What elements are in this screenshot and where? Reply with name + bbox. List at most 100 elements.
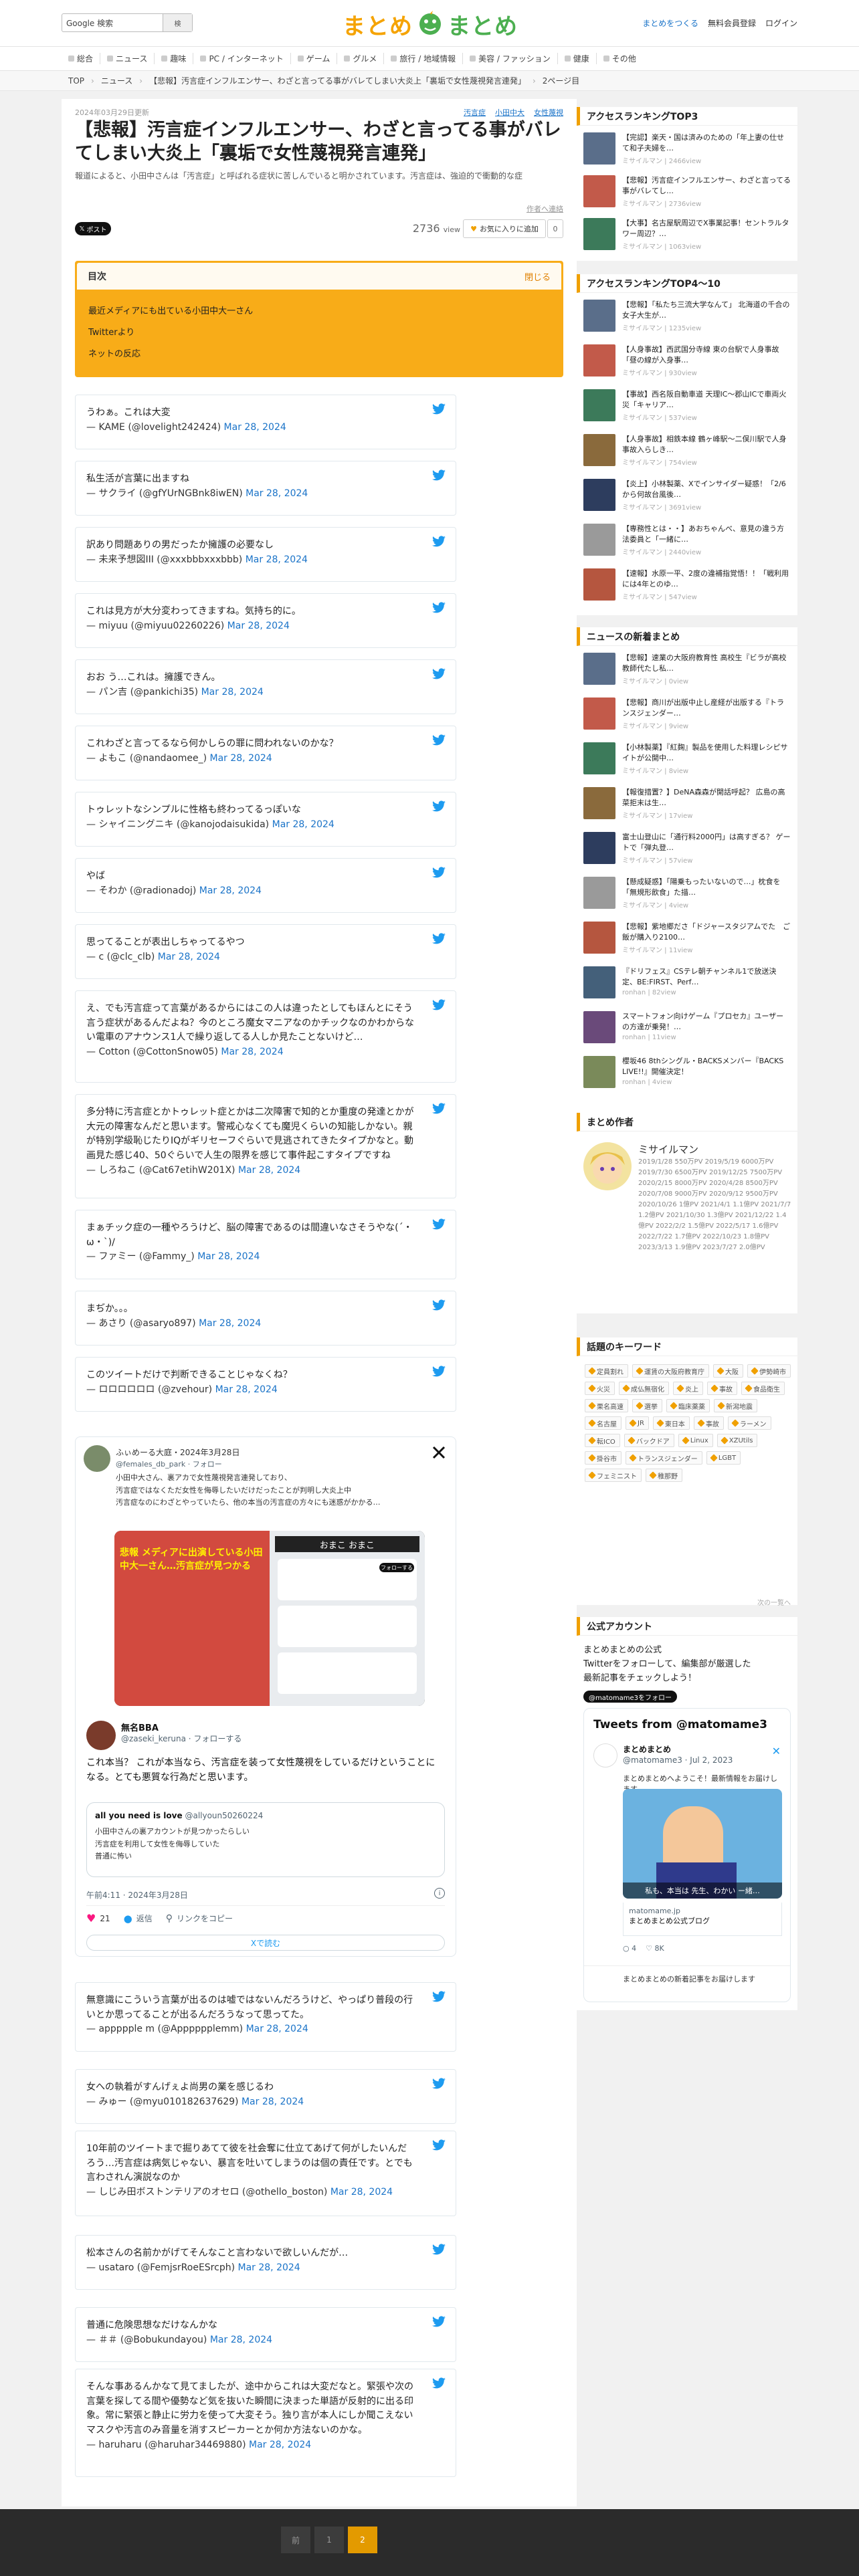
twitter-bird-icon[interactable] (432, 1103, 446, 1115)
ranking-item[interactable]: 富士山登山に「通行料2000円」は高すぎる？ ゲートで「弾丸登… ミサイルマン |… (583, 832, 791, 872)
ranking-item-title[interactable]: 【悲報】商川が出版中止し産経が出版する『トランスジェンダー… (622, 697, 791, 719)
article-thumbnail[interactable] (583, 218, 615, 250)
category-item[interactable]: グルメ (337, 53, 385, 64)
tweet-card[interactable]: 10年前のツイートまで掘りあてて彼を社会奪に仕立てあげて何がしたいんだろう…汚言… (75, 2131, 456, 2216)
tweet-date-link[interactable]: Mar 28, 2024 (221, 1047, 283, 1057)
ranking-item-title[interactable]: 【小林製薬】『紅麹』製品を使用した料理レシピサイトが公開中… (622, 742, 791, 764)
ranking-item-title[interactable]: 【悲報】「私たち三流大学なんて」 北海道の千合の女子大生が… (622, 300, 791, 321)
tweet-date-link[interactable]: Mar 28, 2024 (224, 422, 286, 433)
ranking-item[interactable]: 『ドリフェス』CSテレ朝チャンネル1で放送決定、BE:FIRST、Perf… ro… (583, 966, 791, 1006)
toc-item[interactable]: Twitterより (88, 322, 253, 344)
article-thumbnail[interactable] (583, 344, 615, 377)
keyword-tag[interactable]: Linux (678, 1434, 713, 1447)
category-item[interactable]: 美容 / ファッション (463, 53, 558, 64)
article-thumbnail[interactable] (583, 1011, 615, 1043)
tweet-author[interactable]: — みゅー (@myu010182637629) (86, 2097, 239, 2107)
ranking-item-title[interactable]: 【完認】楽天・国は済みのための「年上妻の仕せて和子夫婦を… (622, 132, 791, 154)
keyword-tag[interactable]: ラーメン (727, 1416, 771, 1430)
twitter-bird-icon[interactable] (432, 403, 446, 415)
tweet-author[interactable]: — KAME (@lovelight242424) (86, 422, 221, 433)
article-thumbnail[interactable] (583, 877, 615, 909)
x-logo-icon[interactable] (432, 1445, 446, 1460)
embed-image[interactable]: 悲報 メディアに出演している小田中大一さん…汚言症が見つかる おまこ おまこ フ… (114, 1531, 425, 1706)
keyword-tag[interactable]: JR (626, 1416, 649, 1430)
keyword-tag[interactable]: バックドア (624, 1434, 674, 1447)
quote-author-handle[interactable]: @zaseki_keruna · フォローする (121, 1733, 242, 1744)
keyword-tag[interactable]: 名古屋 (585, 1416, 622, 1430)
keyword-tag[interactable]: 臨床薬薬 (666, 1399, 710, 1412)
twitter-bird-icon[interactable] (432, 2316, 446, 2328)
article-thumbnail[interactable] (583, 524, 615, 556)
category-item[interactable]: ゲーム (291, 53, 338, 64)
ranking-item[interactable]: 【悲報】商川が出版中止し産経が出版する『トランスジェンダー… ミサイルマン | 9… (583, 697, 791, 738)
article-thumbnail[interactable] (583, 832, 615, 864)
ranking-item[interactable]: 【悲報】速業の大阪府教育性 高校生『ビラが高校教師代たし私… ミサイルマン | 0… (583, 653, 791, 693)
ranking-item-title[interactable]: スマートフォン向けゲーム『プロセカ』ユーザーの方達が乗発！… (622, 1011, 791, 1033)
twitter-bird-icon[interactable] (432, 2377, 446, 2389)
twitter-timeline[interactable]: Tweets from @matomame3 まとめまとめ @matomame3… (583, 1708, 791, 2002)
x-post-button[interactable]: 𝕏 ポスト (75, 222, 111, 235)
keyword-tag[interactable]: 火災 (585, 1382, 615, 1395)
ranking-item-title[interactable]: 【人身事故】相鉄本線 鶴ヶ峰駅〜二俣川駅で人身事故入らしき… (622, 434, 791, 455)
tweet-author[interactable]: — あさり (@asaryo897) (86, 1318, 196, 1329)
tweet-date-link[interactable]: Mar 28, 2024 (215, 1384, 278, 1395)
add-favorite-button[interactable]: ♥ お気に入りに追加 (463, 219, 546, 238)
tweet-date-link[interactable]: Mar 28, 2024 (246, 2024, 308, 2034)
tweet-author[interactable]: — サクライ (@gfYUrNGBnk8iwEN) (86, 488, 243, 499)
keyword-tag[interactable]: トランスジェンダー (626, 1451, 702, 1465)
tweet-date-link[interactable]: Mar 28, 2024 (330, 2187, 393, 2197)
article-thumbnail[interactable] (583, 697, 615, 730)
tweet-author[interactable]: — そわか (@radionadoj) (86, 885, 196, 896)
tweet-card[interactable]: 訳あり問題ありの男だったか擁護の必要なし — 未来予想図III (@xxxbbbx… (75, 527, 456, 582)
keyword-tag[interactable]: 運賃の大阪府教育庁 (632, 1364, 709, 1378)
tweet-card[interactable]: え、でも汚言症って言葉があるからにはこの人は違ったとしてもほんとにそう言う症状が… (75, 990, 456, 1083)
article-thumbnail[interactable] (583, 132, 615, 165)
category-item[interactable]: 健康 (558, 53, 597, 64)
article-thumbnail[interactable] (583, 434, 615, 466)
tweet-author[interactable]: — appppple m (@Apppppplemm) (86, 2024, 243, 2034)
category-item[interactable]: 趣味 (155, 53, 194, 64)
keyword-tag[interactable]: 栗名高速 (585, 1399, 628, 1412)
tweet-card[interactable]: これわざと言ってるなら何かしらの罪に問われないのかな？ — よもこ (@nanda… (75, 726, 456, 780)
tweet-date-link[interactable]: Mar 28, 2024 (272, 819, 335, 830)
twitter-bird-icon[interactable] (432, 2244, 446, 2256)
twitter-bird-icon[interactable] (432, 1366, 446, 1378)
ranking-item-title[interactable]: 『ドリフェス』CSテレ朝チャンネル1で放送決定、BE:FIRST、Perf… (622, 966, 791, 988)
keyword-tag[interactable]: 炎上 (673, 1382, 703, 1395)
keyword-tag[interactable]: 定員割れ (585, 1364, 628, 1378)
twitter-bird-icon[interactable] (432, 867, 446, 879)
tweet-card[interactable]: 女への執着がすんげぇよ尚男の業を感じるわ — みゅー (@myu010182637… (75, 2069, 456, 2124)
reply-button[interactable]: ● 返信 (124, 1913, 153, 1925)
toc-item[interactable]: 最近メディアにも出ている小田中大一さん (88, 301, 253, 322)
timeline-link-card[interactable]: matomame.jp まとめまとめ公式ブログ (623, 1903, 782, 1936)
ranking-item[interactable]: スマートフォン向けゲーム『プロセカ』ユーザーの方達が乗発！… ronhan | 1… (583, 1011, 791, 1051)
avatar[interactable] (84, 1445, 110, 1472)
ranking-item-title[interactable]: 【事故】西名阪自動車道 天理IC〜郡山ICで車両火災「キャリア… (622, 389, 791, 411)
tweet-card[interactable]: これは見方が大分変わってきますね。気持ち的に。 — miyuu (@miyuu02… (75, 593, 456, 648)
category-item[interactable]: その他 (597, 53, 643, 64)
ranking-item[interactable]: 【人身事故】西武国分寺線 東の台駅で人身事故「昼の線が入身事… ミサイルマン | … (583, 344, 791, 385)
x-logo-icon[interactable]: ✕ (772, 1745, 781, 1757)
keyword-tag[interactable]: 成仏無宿化 (619, 1382, 669, 1395)
article-thumbnail[interactable] (583, 922, 615, 954)
ranking-item-title[interactable]: 櫻坂46 8thシングル・BACKSメンバー『BACKS LIVE!!』開催決定… (622, 1056, 791, 1077)
twitter-bird-icon[interactable] (432, 933, 446, 945)
tag-link[interactable]: 小田中大 (495, 107, 524, 118)
page-button-current[interactable]: 2 (348, 2527, 377, 2553)
tweet-date-link[interactable]: Mar 28, 2024 (249, 2440, 311, 2450)
tweet-author[interactable]: — シャイニングニキ (@kanojodaisukida) (86, 819, 269, 830)
page-button[interactable]: 1 (314, 2527, 344, 2553)
tweet-date-link[interactable]: Mar 28, 2024 (197, 1251, 260, 1262)
register-link[interactable]: 無料会員登録 (708, 17, 756, 29)
category-item[interactable]: ニュース (100, 53, 155, 64)
ranking-item[interactable]: 【悲報】紫地郷ださ「ドジャースタジアムでた ご飯が購入り2100… ミサイルマン … (583, 922, 791, 962)
breadcrumb-top[interactable]: TOP (62, 76, 91, 86)
ranking-item[interactable]: 【完認】楽天・国は済みのための「年上妻の仕せて和子夫婦を… ミサイルマン | 24… (583, 132, 791, 173)
tweet-card[interactable]: トゥレットなシンプルに性格も終わってるっぽいな — シャイニングニキ (@kano… (75, 792, 456, 847)
keyword-tag[interactable]: LGBT (706, 1451, 741, 1465)
keyword-tag[interactable]: 選挙 (632, 1399, 662, 1412)
tweet-author[interactable]: — miyuu (@miyuu02260226) (86, 621, 224, 631)
twitter-bird-icon[interactable] (432, 1991, 446, 2003)
article-thumbnail[interactable] (583, 966, 615, 998)
info-icon[interactable]: i (434, 1888, 445, 1899)
